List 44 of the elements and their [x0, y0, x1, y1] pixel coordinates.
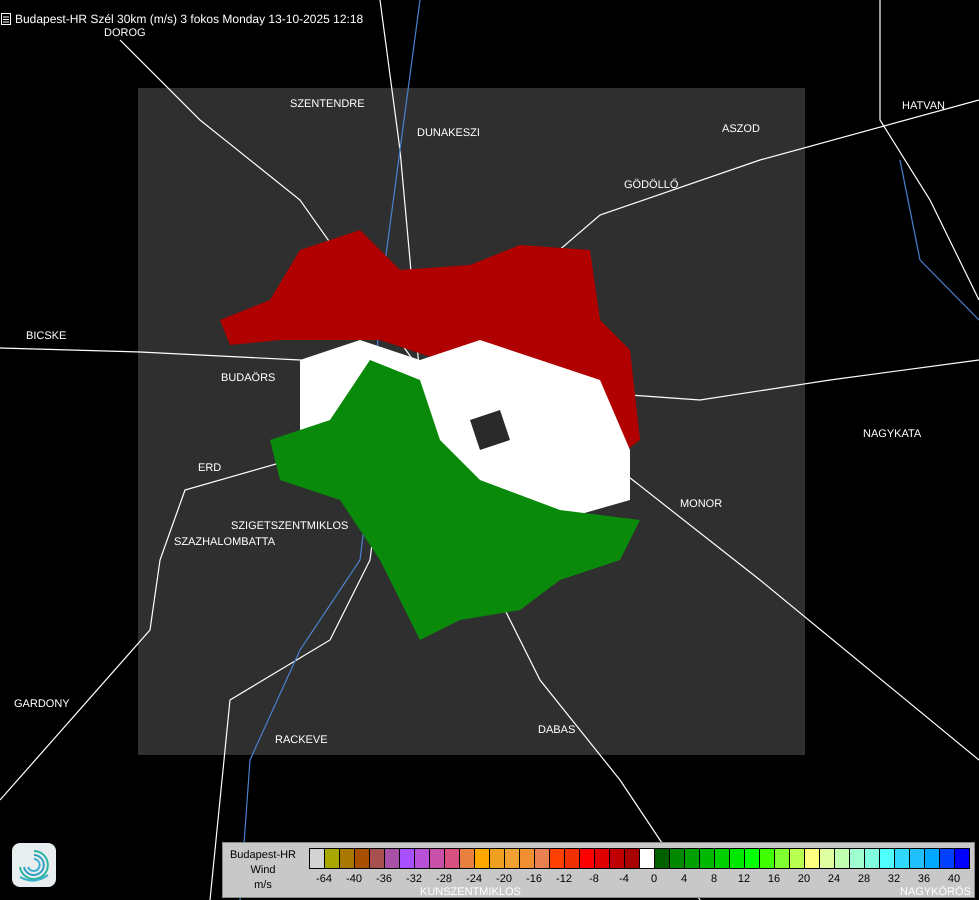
city-label: ASZOD: [722, 123, 760, 136]
city-label: GÖDÖLLŐ: [624, 179, 678, 192]
scale-label: 16: [768, 873, 780, 885]
scale-label: -40: [346, 873, 362, 885]
city-label: RACKEVE: [275, 734, 328, 747]
city-label: DUNAKESZI: [417, 127, 480, 140]
scale-label: 20: [798, 873, 810, 885]
legend-title: m/s: [254, 878, 272, 893]
city-label: GARDONY: [14, 698, 70, 711]
radar-title: Budapest-HR Szél 30km (m/s) 3 fokos Monday 13-10-2025 12:18: [15, 12, 364, 26]
scale-label: 12: [738, 873, 750, 885]
city-label: NAGYKATA: [863, 428, 922, 441]
city-label: ERD: [198, 462, 222, 475]
city-label: SZENTENDRE: [290, 98, 365, 111]
scale-label: 0: [650, 873, 658, 885]
scale-label: -20: [496, 873, 512, 885]
document-icon[interactable]: [1, 13, 11, 25]
city-label: MONOR: [680, 498, 722, 511]
scale-label: -64: [316, 873, 332, 885]
city-label: BUDAÖRS: [221, 372, 276, 385]
scale-label: 28: [858, 873, 870, 885]
legend-title: Wind: [250, 863, 276, 878]
scale-label: 32: [888, 873, 900, 885]
city-label: DABAS: [538, 724, 576, 737]
city-label: SZIGETSZENTMIKLOS: [231, 520, 348, 533]
scale-label: -28: [436, 873, 452, 885]
scale-label: -8: [589, 873, 599, 885]
legend-title: Budapest-HR: [230, 848, 296, 863]
scale-label: 4: [680, 873, 688, 885]
city-label: SZAZHALOMBATTA: [174, 536, 276, 549]
swirl-logo-icon: [12, 843, 56, 887]
scale-label: -4: [619, 873, 629, 885]
scale-label: -12: [556, 873, 572, 885]
scale-label: -32: [406, 873, 422, 885]
city-label: BICSKE: [26, 330, 66, 343]
scale-label: 24: [828, 873, 840, 885]
city-label: HATVAN: [902, 100, 945, 113]
scale-label: -36: [376, 873, 392, 885]
scale-label: -16: [526, 873, 542, 885]
scale-label: 36: [918, 873, 930, 885]
scale-label: 40: [948, 873, 960, 885]
city-label: DOROG: [104, 27, 146, 40]
scale-label: 8: [710, 873, 718, 885]
scale-label: -24: [466, 873, 482, 885]
